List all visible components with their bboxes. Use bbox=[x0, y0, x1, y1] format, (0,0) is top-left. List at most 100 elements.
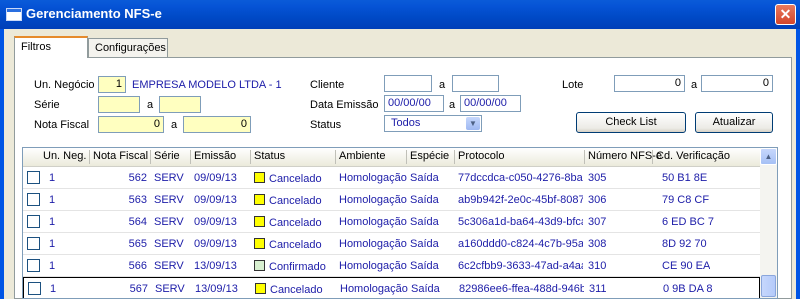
atualizar-button[interactable]: Atualizar bbox=[695, 112, 773, 133]
tab-filtros[interactable]: Filtros bbox=[14, 36, 88, 58]
column-divider bbox=[652, 150, 653, 164]
data-emissao-from-input[interactable]: 00/00/00 bbox=[384, 95, 444, 112]
un-negocio-name: EMPRESA MODELO LTDA - 1 bbox=[132, 79, 282, 91]
cliente-to-input[interactable] bbox=[452, 75, 499, 92]
col-header-especie[interactable]: Espécie bbox=[410, 150, 449, 162]
cliente-range-sep: a bbox=[439, 79, 446, 91]
row-checkbox[interactable] bbox=[27, 193, 40, 206]
nota-fiscal-to-input[interactable]: 0 bbox=[183, 116, 251, 133]
title-bar: Gerenciamento NFS-e ✕ bbox=[0, 0, 800, 29]
window-icon bbox=[6, 8, 22, 21]
serie-to-input[interactable] bbox=[159, 96, 201, 113]
cell-cd-verificacao: 50 B1 8E bbox=[662, 172, 708, 184]
col-header-status[interactable]: Status bbox=[254, 150, 285, 162]
column-divider bbox=[335, 150, 336, 164]
cell-numero-nfse: 308 bbox=[588, 238, 607, 250]
atualizar-label: Atualizar bbox=[712, 116, 756, 128]
table-row[interactable]: 1 566 SERV 13/09/13 Confirmado Homologaç… bbox=[23, 255, 760, 277]
serie-label: Série bbox=[34, 99, 60, 111]
table-row[interactable]: 1 563 SERV 09/09/13 Cancelado Homologaçã… bbox=[23, 189, 760, 211]
un-negocio-input[interactable]: 1 bbox=[98, 76, 126, 93]
lote-from-input[interactable]: 0 bbox=[614, 75, 685, 92]
tab-configuracoes[interactable]: Configurações bbox=[88, 38, 168, 58]
check-list-button[interactable]: Check List bbox=[576, 112, 686, 133]
cell-un-neg: 1 bbox=[49, 216, 56, 228]
cell-un-neg: 1 bbox=[49, 194, 56, 206]
vertical-scrollbar[interactable]: ▲ bbox=[760, 148, 777, 298]
cell-protocolo: a160ddd0-c824-4c7b-95a bbox=[458, 238, 583, 250]
col-header-serie[interactable]: Série bbox=[154, 150, 180, 162]
column-divider bbox=[190, 150, 191, 164]
cell-emissao: 09/09/13 bbox=[194, 216, 237, 228]
chevron-down-icon[interactable]: ▼ bbox=[466, 117, 480, 130]
col-header-un-neg[interactable]: Un. Neg. bbox=[43, 150, 86, 162]
column-divider bbox=[406, 150, 407, 164]
cell-protocolo: 82986ee6-ffea-488d-946b bbox=[459, 283, 584, 295]
status-color-swatch bbox=[255, 283, 266, 294]
cell-especie: Saída bbox=[410, 194, 439, 206]
scroll-up-icon[interactable]: ▲ bbox=[760, 148, 777, 165]
cell-status: Confirmado bbox=[269, 261, 326, 273]
cell-status: Cancelado bbox=[269, 217, 322, 229]
cell-emissao: 09/09/13 bbox=[194, 172, 237, 184]
table-row[interactable]: 1 564 SERV 09/09/13 Cancelado Homologaçã… bbox=[23, 211, 760, 233]
cell-cd-verificacao: 8D 92 70 bbox=[662, 238, 707, 250]
cell-nota-fiscal: 564 bbox=[128, 216, 147, 228]
col-header-protocolo[interactable]: Protocolo bbox=[458, 150, 504, 162]
window-frame-right bbox=[796, 29, 800, 299]
cell-cd-verificacao: 79 C8 CF bbox=[662, 194, 710, 206]
row-checkbox[interactable] bbox=[27, 215, 40, 228]
col-header-nota-fiscal[interactable]: Nota Fiscal bbox=[93, 150, 148, 162]
cell-status: Cancelado bbox=[269, 173, 322, 185]
nota-fiscal-label: Nota Fiscal bbox=[34, 119, 90, 131]
status-color-swatch bbox=[254, 172, 265, 183]
table-row[interactable]: 1 565 SERV 09/09/13 Cancelado Homologaçã… bbox=[23, 233, 760, 255]
un-negocio-label: Un. Negócio bbox=[34, 79, 95, 91]
cell-serie: SERV bbox=[155, 283, 185, 295]
row-checkbox[interactable] bbox=[27, 259, 40, 272]
serie-from-input[interactable] bbox=[98, 96, 140, 113]
cell-ambiente: Homologação bbox=[339, 172, 407, 184]
nota-fiscal-from-input[interactable]: 0 bbox=[98, 116, 164, 133]
cell-especie: Saída bbox=[411, 283, 440, 295]
table-row-selected[interactable]: 1 567 SERV 13/09/13 Cancelado Homologaçã… bbox=[23, 277, 760, 298]
close-button[interactable]: ✕ bbox=[775, 4, 796, 25]
cell-serie: SERV bbox=[154, 216, 184, 228]
col-header-emissao[interactable]: Emissão bbox=[194, 150, 236, 162]
col-header-ambiente[interactable]: Ambiente bbox=[339, 150, 385, 162]
cell-especie: Saída bbox=[410, 172, 439, 184]
lote-to-input[interactable]: 0 bbox=[701, 75, 773, 92]
cell-un-neg: 1 bbox=[49, 238, 56, 250]
cell-protocolo: 77dccdca-c050-4276-8ba6 bbox=[458, 172, 583, 184]
cell-emissao: 13/09/13 bbox=[195, 283, 238, 295]
row-checkbox[interactable] bbox=[27, 171, 40, 184]
data-emissao-to-input[interactable]: 00/00/00 bbox=[460, 95, 521, 112]
table-row[interactable]: 1 562 SERV 09/09/13 Cancelado Homologaçã… bbox=[23, 167, 760, 189]
row-checkbox[interactable] bbox=[27, 237, 40, 250]
cell-nota-fiscal: 567 bbox=[129, 283, 148, 295]
cell-numero-nfse: 305 bbox=[588, 172, 607, 184]
cell-status: Cancelado bbox=[270, 284, 323, 296]
column-divider bbox=[454, 150, 455, 164]
col-header-numero-nfse[interactable]: Número NFS-e bbox=[588, 150, 662, 162]
row-checkbox[interactable] bbox=[28, 282, 41, 295]
cell-numero-nfse: 310 bbox=[588, 260, 607, 272]
cliente-from-input[interactable] bbox=[384, 75, 432, 92]
cell-ambiente: Homologação bbox=[339, 216, 407, 228]
column-divider bbox=[89, 150, 90, 164]
cell-especie: Saída bbox=[410, 216, 439, 228]
cell-nota-fiscal: 562 bbox=[128, 172, 147, 184]
cell-cd-verificacao: 0 9B DA 8 bbox=[663, 283, 713, 295]
scroll-thumb[interactable] bbox=[761, 275, 776, 297]
status-label: Status bbox=[310, 119, 342, 131]
window-frame-left bbox=[0, 29, 4, 299]
cliente-label: Cliente bbox=[310, 79, 345, 91]
cell-protocolo: 5c306a1d-ba64-43d9-bfca bbox=[458, 216, 583, 228]
cell-serie: SERV bbox=[154, 238, 184, 250]
col-header-cd-verificacao[interactable]: Cd. Verificação bbox=[656, 150, 730, 162]
cell-cd-verificacao: 6 ED BC 7 bbox=[662, 216, 714, 228]
status-select[interactable]: Todos ▼ bbox=[384, 115, 482, 132]
cell-serie: SERV bbox=[154, 194, 184, 206]
serie-range-sep: a bbox=[147, 99, 154, 111]
cell-especie: Saída bbox=[410, 238, 439, 250]
